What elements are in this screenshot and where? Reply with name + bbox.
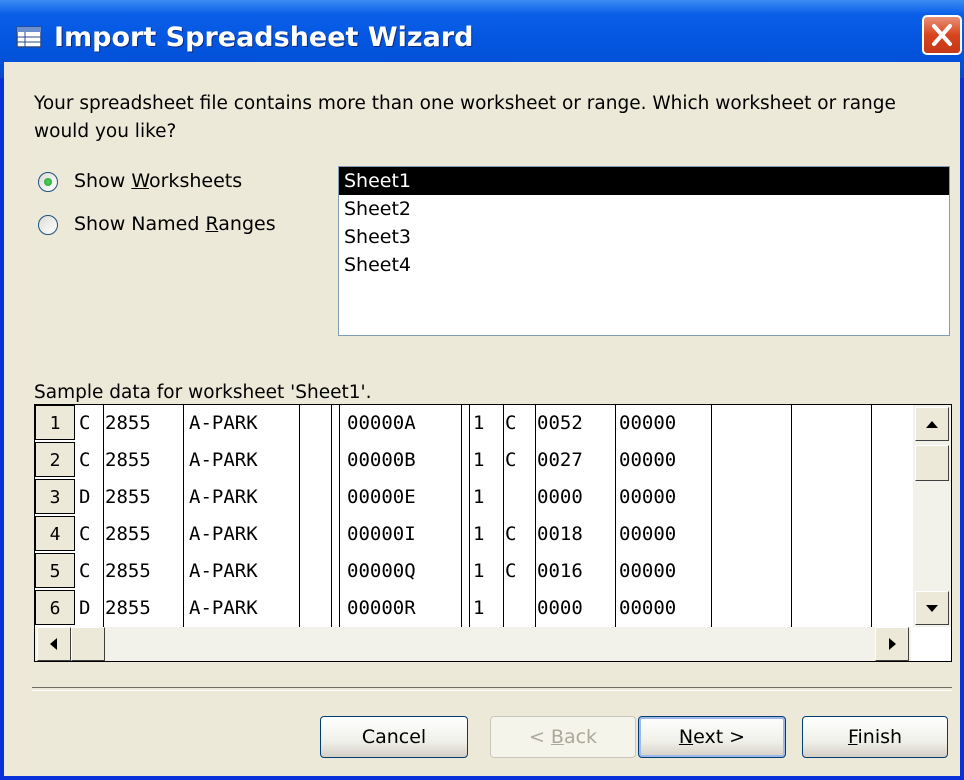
arrow-right-icon [889,638,896,650]
sample-data-grid: 1 C 2855 A-PARK 00000A 1 C 0052 00000 2 C 2855 A-PAR… [34,404,952,662]
horizontal-scrollbar[interactable] [35,627,911,661]
table-row: 4 C 2855 A-PARK 00000I 1 C 0018 00000 [35,516,911,553]
finish-button[interactable]: Finish [802,716,948,758]
grid-cell: 0000 [537,597,583,619]
scroll-left-button[interactable] [37,627,71,661]
scroll-up-button[interactable] [915,407,949,441]
row-number-header: 6 [35,590,75,625]
grid-cell: 0000 [537,486,583,508]
button-separator [32,687,952,691]
list-item-sheet4[interactable]: Sheet4 [339,251,949,279]
grid-cell: C [79,412,91,434]
scroll-thumb[interactable] [915,445,949,481]
grid-cell: 00000R [347,597,416,619]
row-number-header: 2 [35,442,75,477]
radio-circle [38,172,58,192]
table-row: 3 D 2855 A-PARK 00000E 1 0000 00000 [35,479,911,516]
grid-cell: 2855 [105,486,151,508]
grid-cell: C [79,523,91,545]
grid-cell: 00000 [619,412,677,434]
window-title: Import Spreadsheet Wizard [54,22,474,53]
grid-area[interactable]: 1 C 2855 A-PARK 00000A 1 C 0052 00000 2 C 2855 A-PAR… [35,405,911,627]
grid-cell: A-PARK [189,597,258,619]
radio-selected-dot [44,178,52,186]
cancel-button[interactable]: Cancel [320,716,468,758]
grid-cell: 00000Q [347,560,416,582]
grid-cell: 1 [473,412,485,434]
row-number-header: 3 [35,479,75,514]
grid-cell: 00000B [347,449,416,471]
grid-cell: 0052 [537,412,583,434]
radio-circle [38,215,58,235]
grid-cell: A-PARK [189,560,258,582]
table-row: 2 C 2855 A-PARK 00000B 1 C 0027 00000 [35,442,911,479]
grid-cell: 2855 [105,449,151,471]
grid-cell: 1 [473,486,485,508]
dialog-body: Your spreadsheet file contains more than… [4,62,960,776]
vertical-scrollbar[interactable] [913,405,951,627]
instruction-text: Your spreadsheet file contains more than… [34,93,896,142]
grid-cell: 00000 [619,523,677,545]
grid-cell: 00000E [347,486,416,508]
grid-cell: 2855 [105,523,151,545]
grid-cell: 00000 [619,560,677,582]
grid-cell: 1 [473,449,485,471]
table-row: 1 C 2855 A-PARK 00000A 1 C 0052 00000 [35,405,911,442]
list-item-sheet1[interactable]: Sheet1 [339,167,949,195]
list-item-sheet3[interactable]: Sheet3 [339,223,949,251]
grid-cell: 1 [473,597,485,619]
grid-cell: 00000 [619,597,677,619]
grid-cell: D [79,486,91,508]
grid-cell: 0027 [537,449,583,471]
grid-cell: 00000A [347,412,416,434]
row-number-header: 1 [35,405,75,440]
arrow-left-icon [50,638,57,650]
worksheet-list[interactable]: Sheet1 Sheet2 Sheet3 Sheet4 [338,166,950,336]
back-button[interactable]: < Back [490,716,636,758]
close-button[interactable] [922,15,962,55]
arrow-up-icon [926,421,938,428]
grid-cell: 0018 [537,523,583,545]
wizard-window: Import Spreadsheet Wizard Your spreadshe… [0,0,964,780]
grid-cell: C [505,523,517,545]
grid-cell: 2855 [105,597,151,619]
grid-cell: 0016 [537,560,583,582]
close-icon [932,24,952,46]
grid-cell: 1 [473,523,485,545]
grid-cell: 00000 [619,486,677,508]
scroll-thumb-horizontal[interactable] [71,627,105,661]
table-icon [16,26,42,48]
next-button[interactable]: Next > [638,716,786,758]
grid-cell: C [79,449,91,471]
grid-cell: C [505,412,517,434]
grid-cell: A-PARK [189,412,258,434]
list-item-sheet2[interactable]: Sheet2 [339,195,949,223]
grid-cell: D [79,597,91,619]
grid-cell: 2855 [105,560,151,582]
grid-cell: A-PARK [189,523,258,545]
arrow-down-icon [926,605,938,612]
grid-cell: A-PARK [189,449,258,471]
grid-cell: 00000 [619,449,677,471]
grid-cell: A-PARK [189,486,258,508]
grid-cell: C [505,560,517,582]
sample-data-caption: Sample data for worksheet 'Sheet1'. [34,382,372,403]
table-row: 5 C 2855 A-PARK 00000Q 1 C 0016 00000 [35,553,911,590]
grid-cell: 2855 [105,412,151,434]
grid-cell: C [505,449,517,471]
grid-cell: 00000I [347,523,416,545]
table-row: 6 D 2855 A-PARK 00000R 1 0000 00000 [35,590,911,627]
row-number-header: 4 [35,516,75,551]
row-number-header: 5 [35,553,75,588]
scroll-down-button[interactable] [915,591,949,625]
radio-label: Show Worksheets [74,170,243,192]
scroll-right-button[interactable] [875,627,909,661]
radio-label: Show Named Ranges [74,213,276,235]
grid-cell: C [79,560,91,582]
grid-cell: 1 [473,560,485,582]
